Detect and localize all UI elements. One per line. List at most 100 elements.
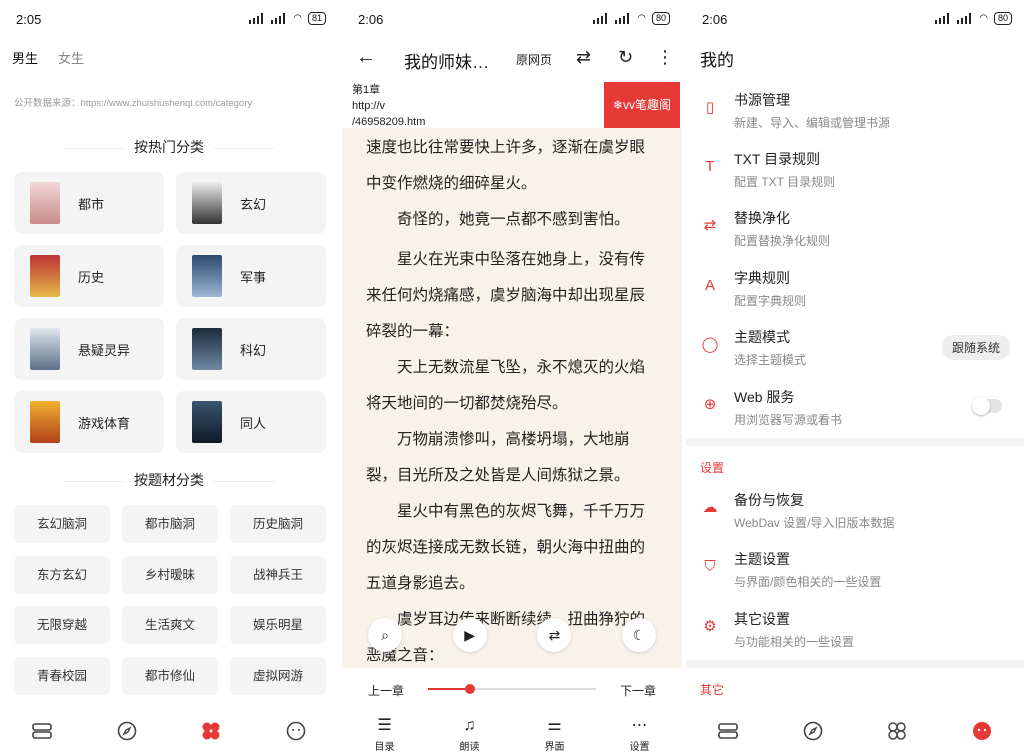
item-subtitle: 配置字典规则: [734, 294, 807, 308]
item-subtitle: WebDav 设置/导入旧版本数据: [734, 516, 895, 530]
chapter-nav: 上一章 下一章: [342, 676, 682, 702]
replace-rule-item[interactable]: ⇄ 替换净化 配置替换净化规则: [686, 202, 1024, 258]
divider: [686, 438, 1024, 446]
headphones-icon: ♫: [463, 717, 476, 734]
item-title: TXT 目录规则: [734, 151, 821, 167]
replace-icon[interactable]: ⇄: [537, 618, 572, 652]
category-card[interactable]: 悬疑灵异: [14, 318, 164, 380]
status-bar: 2:06 ◠ 80: [686, 0, 1024, 38]
book-title: 我的师妹…: [404, 53, 489, 72]
theme-settings-item[interactable]: ⛉ 主题设置与界面/颜色相关的一些设置: [686, 543, 1024, 599]
topic-tag[interactable]: 都市脑洞: [122, 505, 218, 543]
compass-icon[interactable]: [800, 718, 826, 744]
signal-icon: [271, 13, 287, 24]
face-icon[interactable]: [969, 718, 995, 744]
topic-tag[interactable]: 玄幻脑洞: [14, 505, 110, 543]
item-title: 其它设置: [734, 611, 790, 627]
category-card[interactable]: 科幻: [176, 318, 326, 380]
settings-label: 设置: [629, 742, 650, 753]
reader-toolbar: ☰ 目录 ♫ 朗读 ⚌ 界面 ⋯ 设置: [342, 708, 682, 754]
refresh-icon[interactable]: ↻: [618, 47, 633, 68]
topic-tag[interactable]: 都市修仙: [122, 657, 218, 695]
topic-tag[interactable]: 青春校园: [14, 657, 110, 695]
dictionary-rule-item[interactable]: A 字典规则配置字典规则: [686, 262, 1024, 318]
search-icon[interactable]: ⌕: [368, 618, 402, 652]
prev-chapter-button[interactable]: 上一章: [368, 682, 404, 699]
backup-restore-item[interactable]: ☁ 备份与恢复 WebDav 设置/导入旧版本数据: [686, 484, 1024, 540]
book-source-item[interactable]: ▯ 书源管理 新建、导入、编辑或管理书源: [686, 84, 1024, 140]
chapter-progress-slider[interactable]: [428, 684, 596, 694]
topic-tag[interactable]: 乡村暧昧: [122, 556, 218, 594]
category-card[interactable]: 都市: [14, 172, 164, 234]
web-service-toggle[interactable]: [972, 397, 1002, 415]
source-badge[interactable]: ❄vv笔趣阁: [604, 82, 680, 128]
signal-icon: [935, 13, 951, 24]
category-icon[interactable]: [884, 718, 910, 744]
battery-indicator: 80: [651, 12, 670, 25]
item-title: 替换净化: [734, 210, 790, 226]
category-card[interactable]: 军事: [176, 245, 326, 307]
progress-knob[interactable]: [465, 684, 475, 694]
category-card[interactable]: 游戏体育: [14, 391, 164, 453]
interface-button[interactable]: ⚌ 界面: [525, 708, 585, 754]
toc-button[interactable]: ☰ 目录: [355, 708, 415, 754]
read-aloud-button[interactable]: ♫ 朗读: [440, 708, 500, 754]
status-bar: 2:06 ◠ 80: [342, 0, 682, 38]
auto-page-icon[interactable]: ▶: [452, 618, 487, 652]
face-icon[interactable]: [283, 718, 309, 744]
settings-button[interactable]: ⋯ 设置: [610, 708, 670, 754]
more-vert-icon[interactable]: ⋮: [656, 47, 674, 68]
topic-tag[interactable]: 历史脑洞: [230, 505, 326, 543]
topic-tag[interactable]: 虚拟网游: [230, 657, 326, 695]
compass-icon[interactable]: [114, 718, 140, 744]
item-subtitle: 配置 TXT 目录规则: [734, 175, 836, 189]
battery-indicator: 81: [307, 12, 326, 25]
item-title: 字典规则: [734, 270, 790, 286]
topic-tag[interactable]: 娱乐明星: [230, 606, 326, 644]
shuffle-icon[interactable]: ⇄: [576, 47, 591, 68]
bottom-nav: [686, 708, 1024, 754]
item-title: 主题设置: [734, 551, 790, 567]
category-card[interactable]: 同人: [176, 391, 326, 453]
back-arrow-icon[interactable]: ←: [356, 46, 376, 69]
paragraph: 星火中有黑色的灰烬飞舞，千千万万的灰烬连接成无数长链，朝火海中扭曲的五道身影追去…: [366, 503, 646, 592]
tab-female[interactable]: 女生: [58, 48, 84, 67]
signal-icon: [957, 13, 973, 24]
bookshelf-icon[interactable]: [29, 718, 55, 744]
cover-image: [30, 328, 60, 370]
topic-tag[interactable]: 生活爽文: [122, 606, 218, 644]
txt-toc-rule-item[interactable]: T TXT 目录规则 配置 TXT 目录规则: [686, 143, 1024, 199]
category-card[interactable]: 历史: [14, 245, 164, 307]
item-subtitle: 与界面/颜色相关的一些设置: [734, 575, 882, 589]
category-card[interactable]: 玄幻: [176, 172, 326, 234]
topic-tag[interactable]: 无限穿越: [14, 606, 110, 644]
other-settings-item[interactable]: ⚙ 其它设置 与功能相关的一些设置: [686, 603, 1024, 659]
reader-header: ← 我的师妹… 原网页 ⇄ ↻ ⋮: [342, 40, 682, 80]
category-label: 历史: [78, 269, 105, 285]
topic-tag[interactable]: 东方玄幻: [14, 556, 110, 594]
topic-tag[interactable]: 战神兵王: [230, 556, 326, 594]
dictionary-icon: A: [704, 277, 715, 294]
tab-male[interactable]: 男生: [12, 48, 38, 67]
next-chapter-button[interactable]: 下一章: [620, 682, 656, 699]
theme-mode-icon: ◯: [701, 336, 719, 353]
shirt-icon: ⛉: [704, 558, 716, 575]
theme-mode-item[interactable]: ◯ 主题模式 选择主题模式 跟随系统: [686, 321, 1024, 377]
theme-mode-value[interactable]: 跟随系统: [941, 335, 1010, 360]
item-title: Web 服务: [734, 389, 795, 405]
original-page-button[interactable]: 原网页: [516, 51, 552, 68]
item-title: 主题模式: [734, 329, 790, 345]
chapter-url: http://v: [352, 100, 386, 112]
explore-screen: 2:05 ◠ 81 男生 女生 公开数据来源：https://www.zhuis…: [0, 0, 338, 754]
topic-heading: 按题材分类: [0, 470, 338, 490]
bookshelf-icon[interactable]: [715, 718, 741, 744]
cover-image: [30, 255, 60, 297]
cover-image: [192, 255, 222, 297]
category-icon[interactable]: [198, 718, 224, 744]
reader-screen: 2:06 ◠ 80 ← 我的师妹… 原网页 ⇄ ↻ ⋮ 第1章 http://v…: [342, 0, 682, 754]
reading-page[interactable]: 速度也比往常要快上许多，逐渐在虞岁眼中变作燃烧的细碎星火。 奇怪的，她竟一点都不…: [342, 128, 682, 668]
night-mode-icon[interactable]: ☾: [621, 618, 656, 652]
progress-fill: [428, 688, 470, 690]
menu-icon: ☰: [377, 717, 392, 734]
web-service-item[interactable]: ⊕ Web 服务 用浏览器写源或看书: [686, 381, 1024, 437]
